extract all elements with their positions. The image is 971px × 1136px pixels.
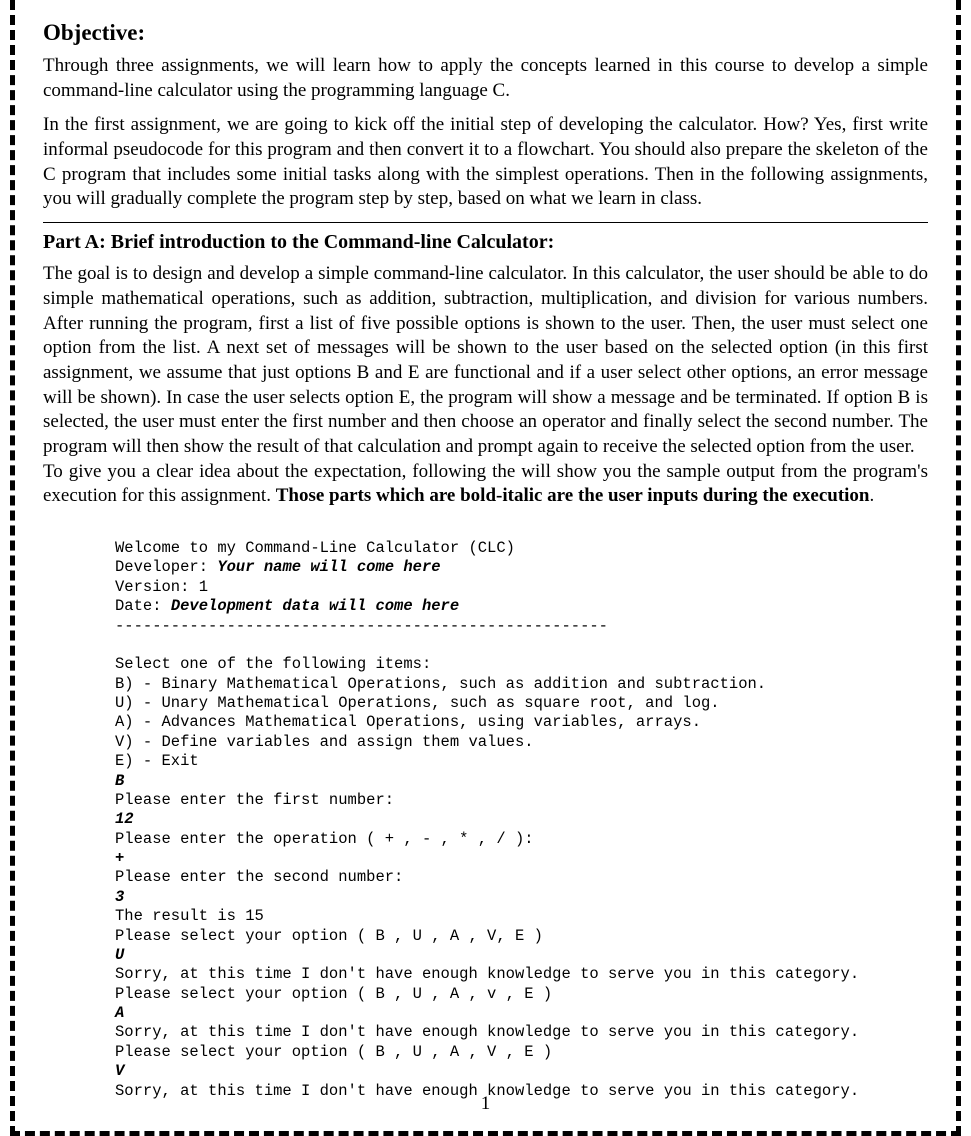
code-divider: ----------------------------------------… [115, 617, 608, 635]
document-page: Objective: Through three assignments, we… [10, 0, 961, 1136]
code-result: The result is 15 [115, 907, 264, 925]
code-option-a: A) - Advances Mathematical Operations, u… [115, 713, 701, 731]
code-developer-value: Your name will come here [217, 558, 440, 576]
objective-paragraph-1: Through three assignments, we will learn… [43, 54, 928, 103]
code-select-header: Select one of the following items: [115, 655, 431, 673]
code-sorry-2: Sorry, at this time I don't have enough … [115, 1023, 859, 1041]
code-input-a: A [115, 1004, 124, 1022]
code-input-v: V [115, 1062, 124, 1080]
code-option-v: V) - Define variables and assign them va… [115, 733, 534, 751]
sample-output-block: Welcome to my Command-Line Calculator (C… [43, 519, 928, 1101]
code-option-u: U) - Unary Mathematical Operations, such… [115, 694, 720, 712]
code-input-plus: + [115, 849, 124, 867]
code-option-b: B) - Binary Mathematical Operations, suc… [115, 675, 766, 693]
part-a-heading: Part A: Brief introduction to the Comman… [43, 231, 928, 254]
part-a-paragraph-1: The goal is to design and develop a simp… [43, 262, 928, 460]
code-version: Version: 1 [115, 578, 208, 596]
code-option-e: E) - Exit [115, 752, 199, 770]
part-a-p2-bold-note: Those parts which are bold-italic are th… [276, 485, 870, 506]
objective-heading: Objective: [43, 20, 928, 46]
code-prompt-op: Please enter the operation ( + , - , * ,… [115, 830, 534, 848]
code-prompt-select-3: Please select your option ( B , U , A , … [115, 1043, 552, 1061]
section-divider [43, 222, 928, 223]
code-developer-label: Developer: [115, 558, 217, 576]
code-input-12: 12 [115, 810, 134, 828]
code-prompt-first: Please enter the first number: [115, 791, 394, 809]
code-sorry-1: Sorry, at this time I don't have enough … [115, 965, 859, 983]
page-number: 1 [15, 1093, 956, 1115]
part-a-p2-text-c: . [870, 485, 875, 506]
code-date-value: Development data will come here [171, 597, 459, 615]
code-input-u: U [115, 946, 124, 964]
code-welcome: Welcome to my Command-Line Calculator (C… [115, 539, 515, 557]
code-prompt-select-1: Please select your option ( B , U , A , … [115, 927, 543, 945]
objective-paragraph-2: In the first assignment, we are going to… [43, 113, 928, 212]
code-date-label: Date: [115, 597, 171, 615]
part-a-paragraph-2: To give you a clear idea about the expec… [43, 460, 928, 509]
code-prompt-second: Please enter the second number: [115, 868, 403, 886]
code-input-b: B [115, 772, 124, 790]
code-input-3: 3 [115, 888, 124, 906]
code-prompt-select-2: Please select your option ( B , U , A , … [115, 985, 552, 1003]
